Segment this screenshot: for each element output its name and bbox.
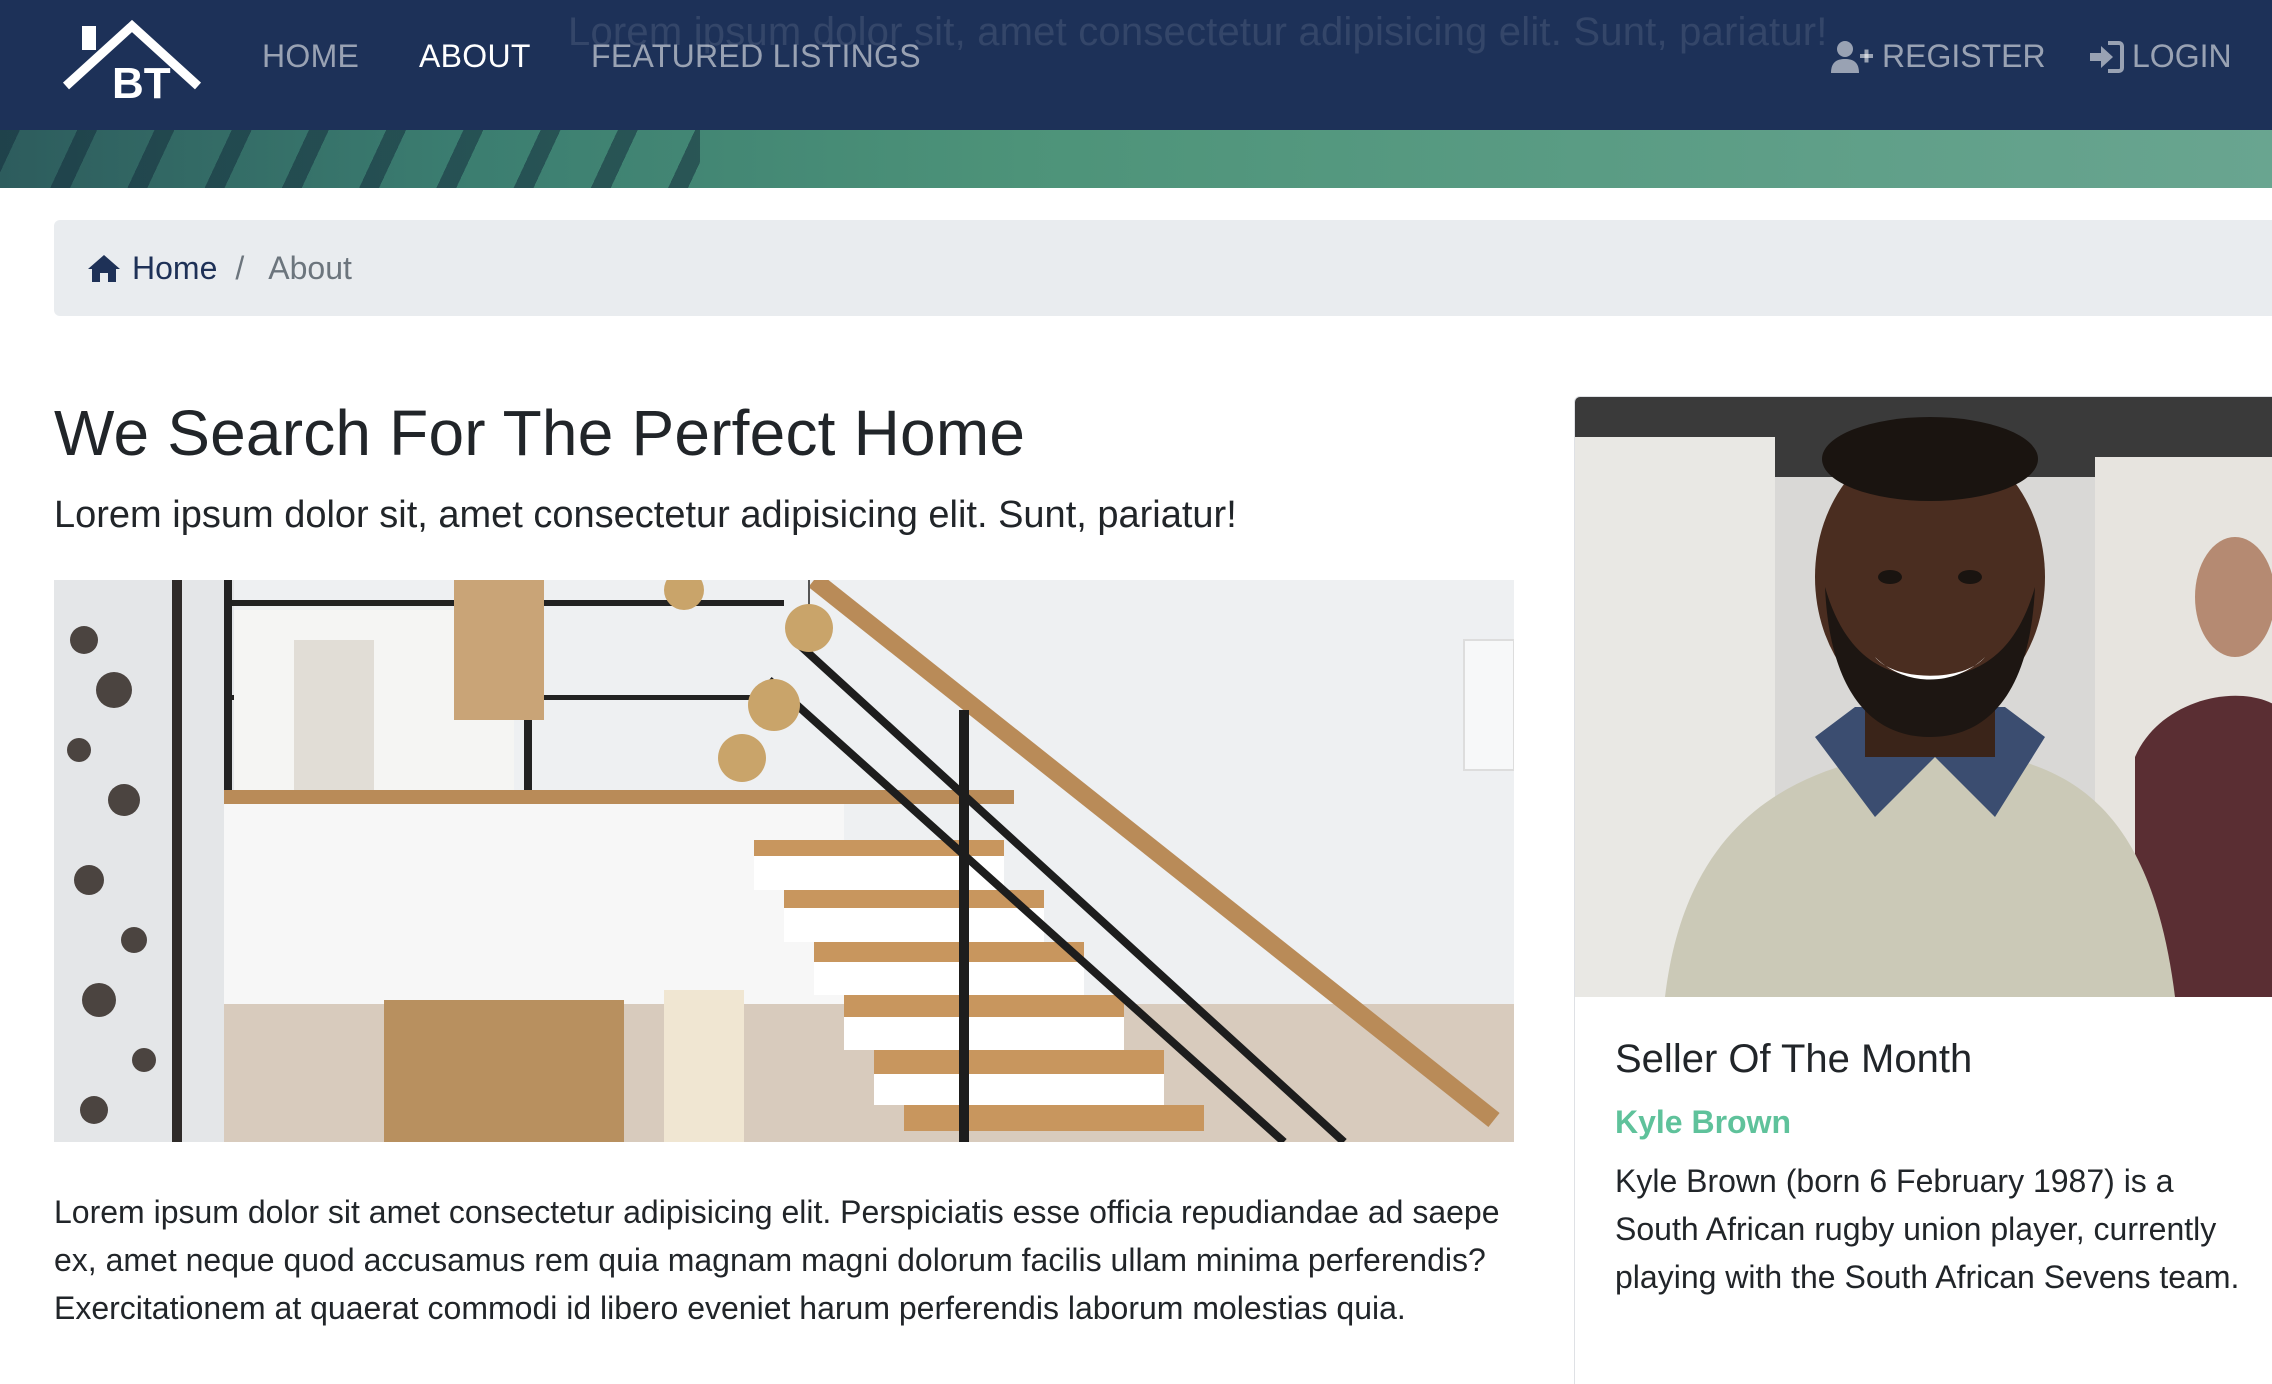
seller-photo [1575,397,2272,997]
nav-link-about[interactable]: ABOUT [419,38,531,75]
breadcrumb: Home / About [54,220,2272,316]
lead-text: Lorem ipsum dolor sit, amet consectetur … [54,494,1237,536]
brand-text: BT [112,59,171,102]
home-icon [88,255,120,282]
user-plus-icon [1831,40,1873,73]
login-label: LOGIN [2132,38,2232,74]
nav-link-home[interactable]: HOME [262,38,359,75]
staircase-image [54,580,1514,1142]
top-navbar: Lorem ipsum dolor sit, amet consectetur … [0,0,2272,130]
seller-card-title: Seller Of The Month [1615,1037,1973,1081]
seller-of-month-card: Seller Of The Month Kyle Brown Kyle Brow… [1574,396,2272,1384]
brand-logo[interactable]: BT [58,16,206,102]
login-link[interactable]: LOGIN [2088,38,2232,75]
seller-bio: Kyle Brown (born 6 February 1987) is a S… [1615,1163,2240,1295]
seller-name: Kyle Brown [1615,1104,1792,1140]
register-link[interactable]: REGISTER [1830,38,2046,75]
nav-link-featured-listings[interactable]: FEATURED LISTINGS [591,38,921,75]
breadcrumb-separator: / [235,249,245,286]
about-body-text: Lorem ipsum dolor sit amet consectetur a… [54,1194,1500,1326]
header-band-pattern [0,130,700,188]
seller-card-body: Seller Of The Month Kyle Brown Kyle Brow… [1615,1037,2255,1301]
breadcrumb-current: About [268,249,352,286]
page-title: We Search For The Perfect Home [54,397,1026,469]
register-label: REGISTER [1882,38,2046,74]
breadcrumb-home-label: Home [132,249,218,286]
breadcrumb-home-link[interactable]: Home [86,250,217,287]
sign-in-icon [2090,40,2124,73]
